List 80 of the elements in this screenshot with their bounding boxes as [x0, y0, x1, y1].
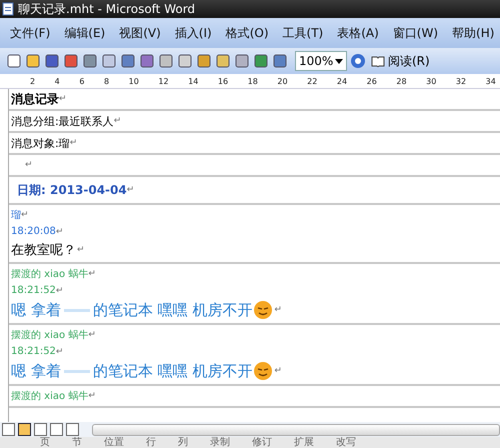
paragraph-mark: ↵ — [88, 330, 96, 340]
paragraph-mark: ↵ — [59, 94, 67, 104]
document-text: 消息分组:最近联系人 — [11, 114, 114, 128]
sender-name: 摆渡的 xiao 蜗牛 — [11, 268, 88, 281]
menu-item[interactable]: 格式(O) — [226, 24, 269, 42]
message-time: 18:20:08 — [11, 226, 56, 237]
status-item: 节 — [72, 437, 82, 448]
view-button[interactable] — [50, 423, 63, 436]
message-text: 的笔记本 嘿嘿 机房不开 — [92, 300, 252, 320]
ruler-number: 24 — [336, 76, 348, 86]
ruler-number: 4 — [54, 76, 60, 86]
menu-item[interactable]: 视图(V) — [119, 24, 161, 42]
ruler-number: 18 — [248, 76, 258, 86]
status-item: 列 — [178, 437, 188, 448]
ruler-number: 10 — [128, 76, 139, 86]
status-item: 修订 — [252, 437, 272, 448]
paragraph-mark: ↵ — [56, 346, 64, 356]
menu-item[interactable]: 工具(T) — [282, 24, 324, 42]
sender-name: 瑠 — [11, 208, 21, 222]
paragraph-mark: ↵ — [274, 366, 282, 376]
status-item: 位置 — [104, 437, 124, 448]
view-button[interactable] — [2, 423, 15, 436]
message-text: 嗯 拿着 — [11, 362, 61, 380]
ruler-number: 20 — [277, 76, 288, 86]
menu-item[interactable]: 文件(F) — [10, 24, 50, 42]
ruler-number: 26 — [366, 76, 377, 86]
status-item: 改写 — [336, 437, 356, 448]
read-button[interactable]: 阅读(R) — [369, 52, 432, 70]
status-item: 录制 — [210, 437, 230, 448]
zoom-dropdown[interactable]: 100% — [295, 51, 347, 71]
ruler-number: 2 — [30, 76, 36, 86]
ruler-number: 22 — [307, 76, 318, 86]
ruler-number: 14 — [188, 76, 198, 86]
paragraph-mark: ↵ — [56, 226, 64, 236]
paragraph-mark: ↵ — [56, 286, 64, 296]
message-text: 嗯 拿着 — [11, 300, 61, 320]
ruler-number: 34 — [486, 76, 496, 86]
paragraph-mark: ↵ — [77, 245, 85, 255]
paragraph-mark: ↵ — [88, 269, 96, 279]
horizontal-scrollbar[interactable] — [92, 424, 500, 436]
paragraph-mark: ↵ — [274, 305, 282, 315]
status-item: 行 — [146, 437, 156, 448]
paragraph-mark: ↵ — [126, 185, 134, 195]
paragraph-mark: ↵ — [88, 391, 96, 401]
paragraph-mark: ↵ — [114, 116, 122, 126]
ruler-number: 30 — [426, 76, 436, 86]
message-time: 18:21:52 — [11, 285, 56, 296]
help-icon[interactable] — [350, 53, 366, 69]
paragraph-mark: ↵ — [25, 160, 33, 170]
view-button[interactable] — [18, 423, 31, 436]
menu-item[interactable]: 窗口(W) — [392, 24, 438, 42]
paragraph-mark: ↵ — [70, 138, 78, 148]
ruler-number: 6 — [79, 76, 84, 86]
caret-icon — [335, 58, 343, 64]
menu-item[interactable]: 插入(I) — [174, 24, 212, 42]
sender-name: 摆渡的 xiao 蜗牛 — [11, 328, 88, 342]
ruler-number: 28 — [396, 76, 407, 86]
view-button[interactable] — [66, 423, 79, 436]
menu-item[interactable]: 编辑(E) — [64, 24, 106, 42]
ruler-number: 8 — [104, 76, 110, 86]
message-text: 的笔记本 嘿嘿 机房不开 — [92, 362, 252, 380]
ruler-number: 12 — [158, 76, 169, 86]
ruler-number: 32 — [456, 76, 466, 86]
blurred-text — [64, 308, 90, 312]
status-item: 页 — [40, 437, 50, 448]
message-text: 在教室呢？ — [11, 242, 76, 259]
document-icon — [2, 2, 14, 16]
view-button[interactable] — [34, 423, 47, 436]
paragraph-mark: ↵ — [21, 210, 29, 220]
blurred-text — [64, 370, 90, 372]
document-text: 消息对象:瑠 — [11, 136, 70, 150]
sender-name: 摆渡的 xiao 蜗牛 — [11, 390, 88, 403]
menu-item[interactable]: 表格(A) — [337, 24, 379, 42]
ruler-number: 16 — [218, 76, 228, 86]
window-title: 聊天记录.mht - Microsoft Word — [18, 0, 196, 18]
book-icon — [371, 55, 385, 67]
menu-item[interactable]: 帮助(H) — [452, 24, 494, 42]
message-time: 18:21:52 — [11, 346, 56, 357]
document-text: 消息记录 — [11, 90, 59, 108]
date-heading: 日期: 2013-04-04 — [17, 182, 127, 198]
